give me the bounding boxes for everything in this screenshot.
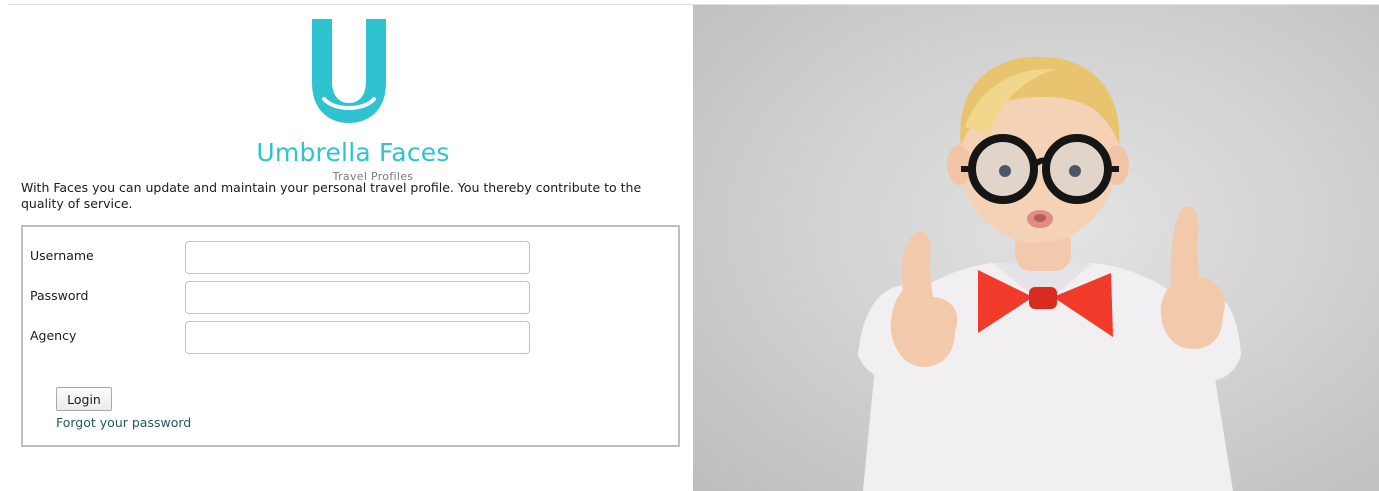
intro-text: With Faces you can update and maintain y… [21, 180, 642, 211]
username-input[interactable] [185, 241, 530, 274]
username-label: Username [30, 248, 94, 263]
password-label: Password [30, 288, 89, 303]
agency-label: Agency [30, 328, 77, 343]
child-thumbs-up-photo [858, 56, 1241, 491]
agency-input[interactable] [185, 321, 530, 354]
umbrella-u-logo-icon [312, 19, 386, 123]
login-form: Username Password Agency Login Forgot yo… [21, 225, 680, 447]
password-input[interactable] [185, 281, 530, 314]
forgot-password-link[interactable]: Forgot your password [56, 415, 191, 430]
login-panel: Umbrella Faces Travel Profiles With Face… [8, 5, 692, 491]
brand-name: Umbrella Faces [256, 138, 450, 167]
login-button[interactable]: Login [56, 387, 112, 411]
brand-logo: Umbrella Faces Travel Profiles [248, 19, 458, 183]
hero-image [693, 5, 1379, 491]
